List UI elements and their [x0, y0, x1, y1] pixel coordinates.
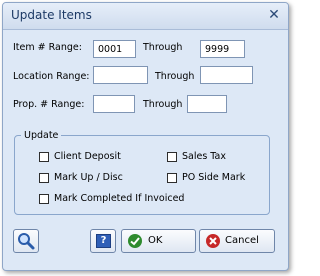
item-from-input[interactable] — [93, 40, 136, 58]
mark-completed-checkbox[interactable] — [39, 194, 49, 204]
client-deposit-label[interactable]: Client Deposit — [54, 151, 121, 162]
cancel-x-icon — [206, 234, 220, 248]
update-group-legend: Update — [24, 130, 59, 141]
mark-completed-label[interactable]: Mark Completed If Invoiced — [54, 193, 184, 204]
location-range-label: Location Range: — [13, 71, 90, 82]
cancel-button[interactable]: Cancel — [199, 229, 275, 253]
prop-range-label: Prop. # Range: — [13, 99, 85, 110]
dialog-title: Update Items — [11, 8, 92, 22]
item-through-label: Through — [143, 42, 183, 53]
ok-label: OK — [148, 235, 163, 246]
item-to-input[interactable] — [200, 40, 245, 58]
prop-through-label: Through — [143, 99, 183, 110]
cancel-label: Cancel — [225, 235, 259, 246]
checkmark-icon — [128, 234, 142, 248]
close-icon[interactable]: ✕ — [266, 7, 282, 23]
sales-tax-checkbox[interactable] — [167, 152, 177, 162]
sales-tax-label[interactable]: Sales Tax — [182, 151, 226, 162]
po-side-mark-label[interactable]: PO Side Mark — [182, 172, 245, 183]
title-bar[interactable]: Update Items ✕ — [3, 3, 288, 30]
mark-up-disc-checkbox[interactable] — [39, 173, 49, 183]
search-button[interactable] — [13, 229, 39, 253]
prop-from-input[interactable] — [93, 95, 135, 113]
po-side-mark-checkbox[interactable] — [167, 173, 177, 183]
update-items-dialog: Update Items ✕ Item # Range: Through Loc… — [2, 2, 289, 271]
location-to-input[interactable] — [200, 66, 253, 84]
ok-button[interactable]: OK — [121, 229, 196, 253]
location-from-input[interactable] — [93, 66, 148, 84]
help-button[interactable]: ? — [90, 229, 116, 253]
location-through-label: Through — [155, 71, 195, 82]
client-deposit-checkbox[interactable] — [39, 152, 49, 162]
prop-to-input[interactable] — [187, 95, 227, 113]
magnifier-icon — [18, 233, 35, 250]
mark-up-disc-label[interactable]: Mark Up / Disc — [54, 172, 123, 183]
help-icon: ? — [96, 234, 111, 248]
item-range-label: Item # Range: — [13, 42, 82, 53]
